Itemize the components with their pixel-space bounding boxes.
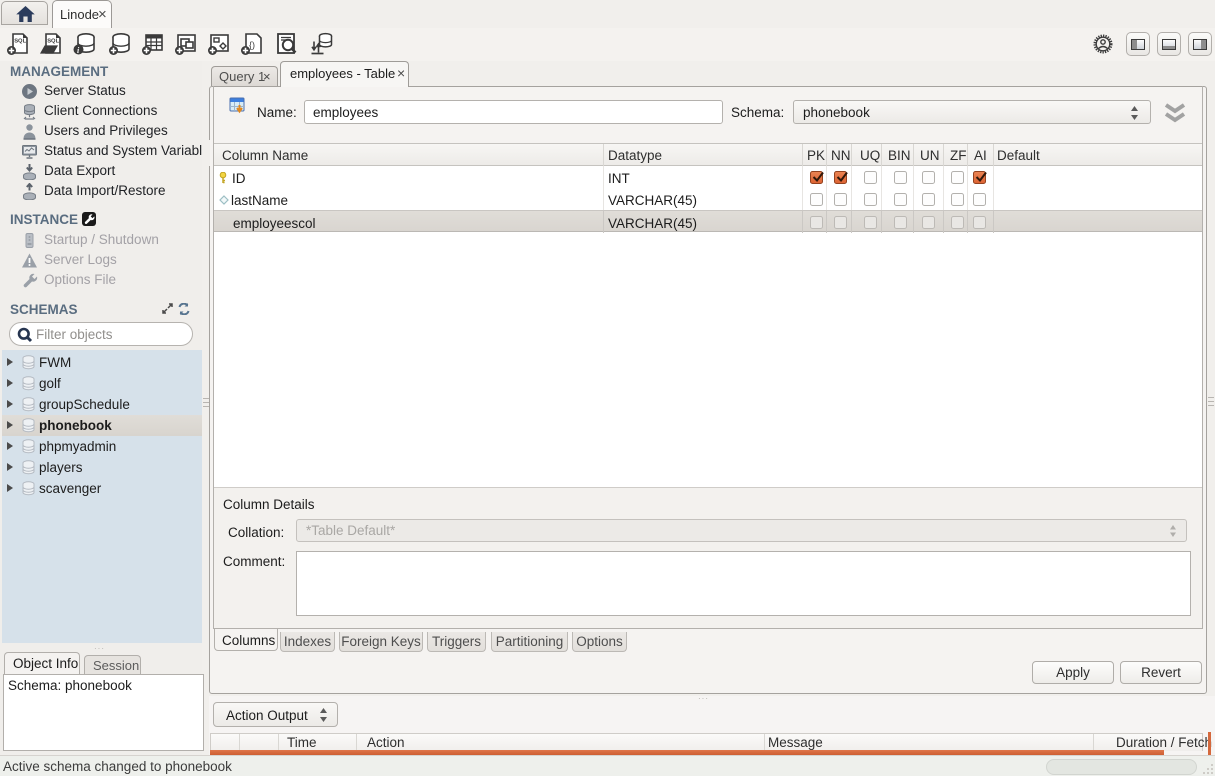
svg-text:SQL: SQL bbox=[14, 39, 26, 45]
svg-text:{): {) bbox=[249, 40, 255, 50]
svg-text:SQL: SQL bbox=[47, 39, 59, 45]
